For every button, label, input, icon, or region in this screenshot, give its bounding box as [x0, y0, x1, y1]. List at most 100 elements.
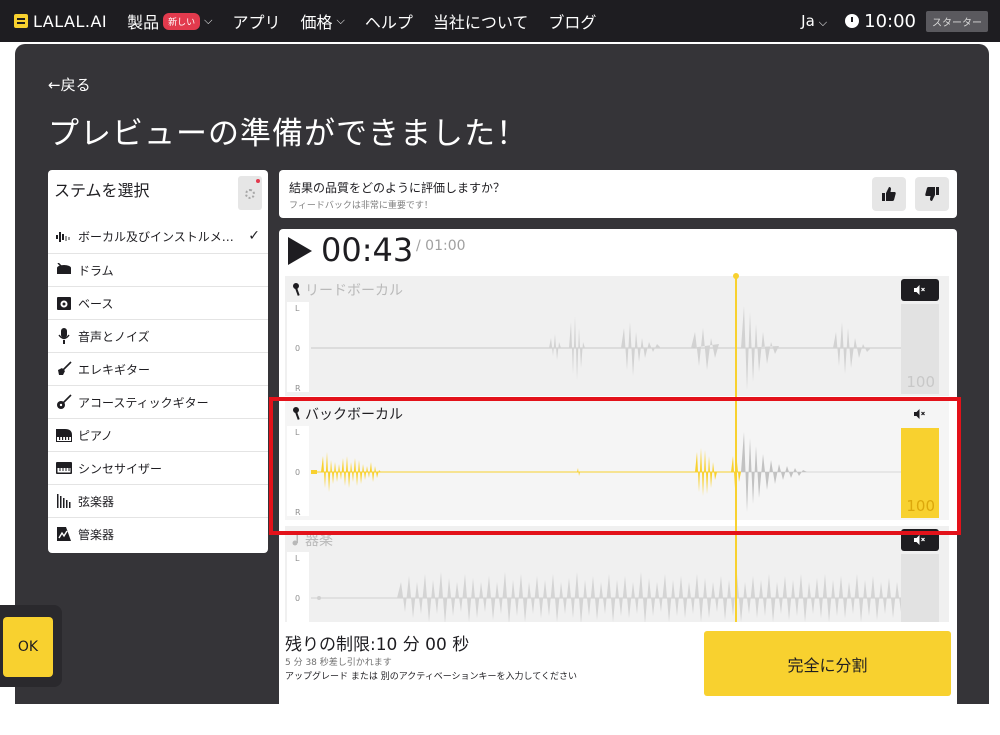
bass-amp-icon — [56, 295, 72, 311]
nav-apps[interactable]: アプリ — [233, 9, 281, 33]
stem-item-label: エレキギター — [78, 362, 151, 377]
stem-item-bass[interactable]: ベース — [48, 286, 268, 319]
full-split-button[interactable]: 完全に分割 — [704, 631, 951, 696]
stem-item-label: アコースティックギター — [78, 395, 209, 410]
play-button[interactable] — [288, 237, 312, 265]
chevron-down-icon: ⌵ — [818, 16, 828, 29]
nav-help[interactable]: ヘルプ — [365, 9, 413, 33]
strings-icon — [56, 493, 72, 509]
volume-slider[interactable]: 100 — [901, 428, 939, 518]
nav-blog-label: ブログ — [548, 13, 597, 32]
stem-item-piano[interactable]: ピアノ — [48, 418, 268, 451]
stem-item-acoustic-guitar[interactable]: アコースティックギター — [48, 385, 268, 418]
playhead[interactable] — [735, 276, 737, 622]
microphone-icon — [293, 407, 300, 420]
total-time: / 01:00 — [416, 238, 466, 254]
plan-badge[interactable]: スターター — [926, 10, 988, 32]
ok-button[interactable]: OK — [3, 617, 53, 677]
thumbs-down-icon — [925, 187, 939, 201]
remaining-limit: 残りの制限:10 分 00 秒 — [285, 635, 470, 655]
stem-item-wind[interactable]: 管楽器 — [48, 517, 268, 550]
mute-button[interactable] — [901, 529, 939, 551]
upgrade-note[interactable]: アップグレード または 別のアクティベーションキーを入力してください — [285, 669, 577, 682]
channel-left-label: L — [295, 428, 300, 437]
check-icon: ✓ — [248, 228, 260, 244]
synthesizer-icon — [56, 460, 72, 476]
brand-logo[interactable]: LALAL.AI — [14, 12, 107, 31]
speaker-mute-icon — [914, 409, 925, 419]
clock-icon — [845, 14, 860, 28]
vocal-instrumental-icon — [56, 229, 72, 245]
channel-left-label: L — [295, 554, 300, 563]
feedback-subtitle: フィードバックは非常に重要です！ — [289, 201, 433, 211]
current-time: 00:43 — [321, 231, 414, 269]
channel-left-label: L — [295, 304, 300, 313]
back-link[interactable]: ←戻る — [48, 74, 91, 95]
language-label: Ja — [801, 12, 815, 30]
channel-center-label: 0 — [295, 468, 301, 477]
mute-button[interactable] — [901, 279, 939, 301]
stem-item-synthesizer[interactable]: シンセサイザー — [48, 451, 268, 484]
stem-item-strings[interactable]: 弦楽器 — [48, 484, 268, 517]
track-name: リードボーカル — [305, 283, 403, 299]
stem-item-label: ドラム — [78, 263, 114, 278]
nav-products[interactable]: 製品 新しい ⌵ — [127, 9, 213, 33]
track-backing-vocal: バックボーカル L 0 R 100 — [285, 400, 949, 520]
channel-labels: L 0 R — [287, 426, 309, 517]
stem-item-label: ベース — [78, 296, 114, 311]
nav-about-label: 当社について — [432, 13, 529, 32]
logo-icon — [14, 14, 28, 28]
track-name: バックボーカル — [305, 407, 403, 423]
stem-item-electric-guitar[interactable]: エレキギター — [48, 352, 268, 385]
acoustic-guitar-icon — [56, 394, 72, 410]
brand-name: LALAL.AI — [33, 11, 108, 31]
channel-right-label: R — [295, 384, 301, 393]
stem-item-label: ピアノ — [78, 428, 113, 443]
volume-slider[interactable]: 100 — [901, 304, 939, 394]
nav-right: Ja ⌵ 10:00 スターター — [801, 10, 988, 32]
wind-instrument-icon — [56, 526, 72, 542]
feedback-box: 結果の品質をどのように評価しますか？ フィードバックは非常に重要です！ — [279, 170, 957, 218]
stem-item-drums[interactable]: ドラム — [48, 253, 268, 286]
waveform — [311, 306, 911, 390]
stem-selector: ステムを選択 ボーカル及びインストルメ… ✓ ドラム ベース 音声とノイズ エレ… — [48, 170, 268, 553]
nav-blog[interactable]: ブログ — [548, 9, 596, 33]
channel-center-label: 0 — [295, 344, 301, 353]
nav-about[interactable]: 当社について — [433, 9, 529, 33]
top-navigation: LALAL.AI 製品 新しい ⌵ アプリ 価格 ⌵ ヘルプ 当社について ブロ… — [0, 0, 1000, 42]
stem-list: ボーカル及びインストルメ… ✓ ドラム ベース 音声とノイズ エレキギター アコ… — [48, 220, 268, 550]
microphone-icon — [293, 283, 300, 296]
audio-player: 00:43 / 01:00 リードボーカル L 0 R 100 バックボーカル … — [279, 229, 957, 704]
language-selector[interactable]: Ja ⌵ — [801, 12, 827, 30]
electric-guitar-icon — [56, 361, 72, 377]
nav-products-label: 製品 — [127, 13, 160, 32]
track-name: 器楽 — [305, 533, 333, 549]
nav-apps-label: アプリ — [232, 13, 281, 32]
speaker-mute-icon — [914, 535, 925, 545]
thumbs-down-button[interactable] — [915, 177, 949, 211]
drum-icon — [56, 262, 72, 278]
chevron-down-icon: ⌵ — [204, 14, 213, 27]
page-title: プレビューの準備ができました！ — [48, 116, 528, 152]
stem-item-label: 管楽器 — [78, 527, 115, 542]
mute-button[interactable] — [901, 403, 939, 425]
main-nav: 製品 新しい ⌵ アプリ 価格 ⌵ ヘルプ 当社について ブログ — [127, 9, 616, 33]
cookie-consent: OK — [0, 605, 62, 687]
thumbs-up-icon — [882, 187, 896, 201]
voice-noise-icon — [56, 328, 72, 344]
nav-pricing[interactable]: 価格 ⌵ — [301, 9, 345, 33]
stem-selector-title: ステムを選択 — [54, 181, 150, 200]
stem-item-label: シンセサイザー — [78, 461, 163, 476]
music-note-icon — [292, 533, 298, 546]
stem-item-label: ボーカル及びインストルメ… — [78, 230, 234, 244]
stem-item-voice-noise[interactable]: 音声とノイズ — [48, 319, 268, 352]
new-badge: 新しい — [163, 12, 201, 30]
gear-icon — [245, 189, 255, 199]
deduction-note: 5 分 38 秒差し引かれます — [285, 658, 392, 668]
settings-button[interactable] — [238, 176, 262, 210]
nav-pricing-label: 価格 — [300, 13, 333, 32]
track-lead-vocal: リードボーカル L 0 R 100 — [285, 276, 949, 396]
channel-right-label: R — [295, 508, 301, 517]
stem-item-vocal-instrumental[interactable]: ボーカル及びインストルメ… ✓ — [48, 220, 268, 253]
thumbs-up-button[interactable] — [872, 177, 906, 211]
